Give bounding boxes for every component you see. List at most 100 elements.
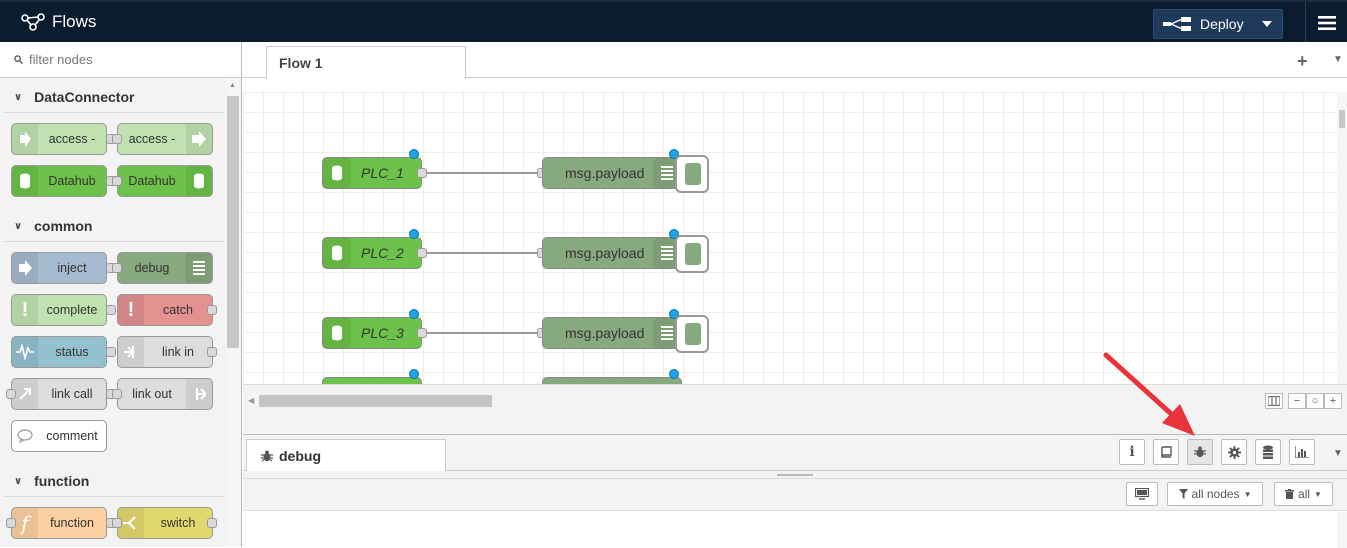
palette-node-comment[interactable]: comment bbox=[11, 420, 107, 452]
wire[interactable] bbox=[427, 332, 539, 334]
node-label: comment bbox=[46, 428, 98, 443]
filter-nodes-dropdown[interactable]: all nodes ▼ bbox=[1167, 482, 1263, 506]
header-bar: Flows Deploy bbox=[0, 0, 1347, 44]
input-port bbox=[112, 134, 122, 144]
node-label: PLC_3 bbox=[361, 325, 404, 341]
info-tab-button[interactable]: i bbox=[1119, 439, 1145, 465]
palette-node-datahub-out[interactable]: Datahub bbox=[117, 165, 213, 197]
palette-node-link-call[interactable]: link call bbox=[11, 378, 107, 410]
output-port bbox=[106, 347, 116, 357]
node-label: msg.payload bbox=[565, 325, 645, 341]
palette-node-status[interactable]: status bbox=[11, 336, 107, 368]
tab-flow-1[interactable]: Flow 1 bbox=[266, 46, 466, 79]
filter-nodes-input[interactable] bbox=[29, 52, 229, 67]
tab-label: Flow 1 bbox=[279, 55, 323, 71]
sidebar-resize-handle[interactable] bbox=[243, 471, 1347, 479]
debug-scrollbar[interactable] bbox=[1337, 512, 1347, 548]
flow-node-plc-2[interactable]: PLC_2 bbox=[322, 237, 422, 269]
scrollbar-thumb[interactable] bbox=[227, 96, 239, 348]
palette-node-catch[interactable]: ! catch bbox=[117, 294, 213, 326]
horizontal-scrollbar-thumb[interactable] bbox=[259, 395, 492, 407]
gear-icon bbox=[1227, 445, 1241, 459]
canvas-vertical-scrollbar[interactable] bbox=[1337, 92, 1347, 384]
category-common[interactable]: ∨ common bbox=[0, 211, 224, 241]
node-label: switch bbox=[160, 515, 196, 530]
debug-toggle-button[interactable] bbox=[675, 235, 709, 273]
help-tab-button[interactable] bbox=[1153, 439, 1179, 465]
tab-debug[interactable]: debug bbox=[246, 439, 446, 472]
chevron-down-icon: ∨ bbox=[14, 475, 23, 487]
palette-node-link-out[interactable]: link out bbox=[117, 378, 213, 410]
divider bbox=[4, 112, 224, 113]
node-label: Datahub bbox=[128, 173, 176, 188]
bug-icon bbox=[1194, 446, 1206, 458]
divider bbox=[4, 241, 224, 242]
zoom-out-button[interactable]: − bbox=[1288, 393, 1306, 409]
deploy-button[interactable]: Deploy bbox=[1153, 9, 1283, 39]
scroll-up-icon[interactable]: ▲ bbox=[229, 82, 236, 89]
flow-node-debug-1[interactable]: msg.payload bbox=[542, 157, 682, 189]
workspace-tabbar: Flow 1 + ▼ bbox=[243, 42, 1347, 79]
deploy-menu-caret[interactable] bbox=[1252, 10, 1282, 38]
category-label: common bbox=[34, 218, 93, 234]
scroll-left-icon[interactable]: ◀ bbox=[248, 396, 254, 405]
main-menu-button[interactable] bbox=[1305, 2, 1347, 44]
wire[interactable] bbox=[427, 252, 539, 254]
output-port[interactable] bbox=[417, 328, 427, 338]
menu-icon bbox=[1317, 16, 1336, 30]
changed-indicator bbox=[409, 309, 419, 319]
scrollbar-thumb[interactable] bbox=[1339, 110, 1345, 128]
flow-node-partial[interactable] bbox=[542, 377, 682, 384]
category-dataconnector[interactable]: ∨ DataConnector bbox=[0, 82, 224, 112]
node-palette: ∨ DataConnector access - access - Datahub… bbox=[0, 42, 242, 547]
input-port bbox=[112, 176, 122, 186]
output-port[interactable] bbox=[417, 168, 427, 178]
zoom-reset-button[interactable]: ○ bbox=[1306, 393, 1324, 409]
map-icon bbox=[1268, 396, 1280, 406]
dashboard-tab-button[interactable] bbox=[1289, 439, 1315, 465]
palette-scrollbar[interactable]: ▲ bbox=[226, 78, 240, 547]
palette-search bbox=[0, 42, 241, 78]
clear-messages-button[interactable]: all ▼ bbox=[1274, 482, 1333, 506]
palette-node-debug[interactable]: debug bbox=[117, 252, 213, 284]
node-label: PLC_1 bbox=[361, 165, 404, 181]
arrow-in-icon bbox=[12, 124, 38, 154]
input-port bbox=[112, 389, 122, 399]
debug-toggle-button[interactable] bbox=[675, 315, 709, 353]
debug-toggle-button[interactable] bbox=[675, 155, 709, 193]
input-port bbox=[6, 389, 16, 399]
palette-node-complete[interactable]: ! complete bbox=[11, 294, 107, 326]
palette-node-link-in[interactable]: link in bbox=[117, 336, 213, 368]
list-icon bbox=[186, 253, 212, 283]
flow-node-debug-2[interactable]: msg.payload bbox=[542, 237, 682, 269]
category-function[interactable]: ∨ function bbox=[0, 466, 224, 496]
flow-node-plc-3[interactable]: PLC_3 bbox=[322, 317, 422, 349]
palette-node-access-in[interactable]: access - bbox=[11, 123, 107, 155]
flow-node-partial[interactable] bbox=[322, 377, 422, 384]
flow-node-plc-1[interactable]: PLC_1 bbox=[322, 157, 422, 189]
changed-indicator bbox=[409, 149, 419, 159]
navigator-map-button[interactable] bbox=[1265, 393, 1283, 409]
flow-node-debug-3[interactable]: msg.payload bbox=[542, 317, 682, 349]
add-flow-icon[interactable]: + bbox=[1297, 51, 1308, 72]
flow-canvas[interactable]: PLC_1 msg.payload PLC_2 msg.payload PLC_… bbox=[243, 92, 1337, 384]
palette-node-switch[interactable]: switch bbox=[117, 507, 213, 539]
wire[interactable] bbox=[427, 172, 539, 174]
flows-logo-icon bbox=[21, 13, 45, 31]
output-port bbox=[106, 305, 116, 315]
palette-node-inject[interactable]: inject bbox=[11, 252, 107, 284]
palette-node-access-out[interactable]: access - bbox=[117, 123, 213, 155]
chevron-down-icon[interactable]: ▼ bbox=[1333, 448, 1343, 459]
palette-node-datahub-in[interactable]: Datahub bbox=[11, 165, 107, 197]
changed-indicator bbox=[669, 369, 679, 379]
palette-node-function[interactable]: f function bbox=[11, 507, 107, 539]
config-tab-button[interactable] bbox=[1221, 439, 1247, 465]
open-debug-window-button[interactable] bbox=[1126, 482, 1158, 506]
debug-toolbar: all nodes ▼ all ▼ bbox=[243, 479, 1347, 511]
output-port[interactable] bbox=[417, 248, 427, 258]
debug-tab-button[interactable] bbox=[1187, 439, 1213, 465]
node-label: complete bbox=[46, 302, 98, 317]
chevron-down-icon[interactable]: ▼ bbox=[1333, 54, 1343, 65]
context-tab-button[interactable] bbox=[1255, 439, 1281, 465]
zoom-in-button[interactable]: + bbox=[1324, 393, 1342, 409]
